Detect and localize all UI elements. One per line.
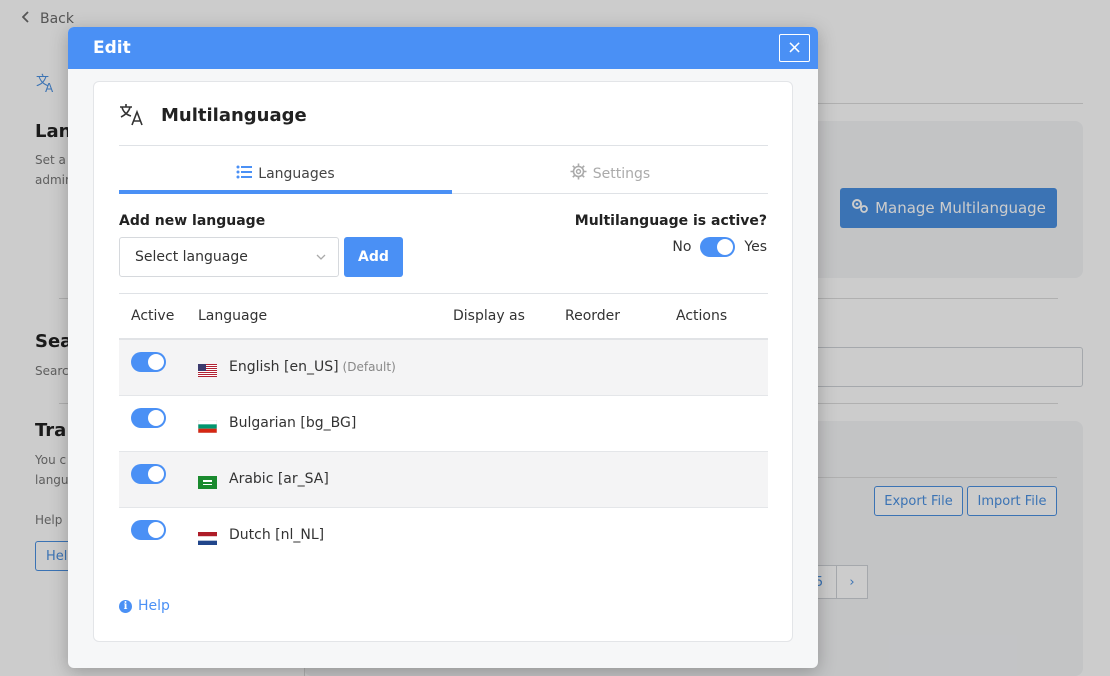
table-row: English [en_US] (Default) — [119, 340, 768, 396]
help-label: Help — [138, 598, 170, 614]
toggle-knob — [148, 522, 164, 538]
toggle-no-label: No — [672, 239, 692, 255]
column-header-active: Active — [131, 308, 175, 324]
languages-table: Active Language Display as Reorder Actio… — [119, 293, 768, 564]
language-active-toggle[interactable] — [131, 464, 166, 484]
chevron-down-icon — [316, 250, 326, 268]
tab-settings-label: Settings — [592, 165, 651, 182]
panel-header: Multilanguage — [119, 98, 768, 146]
gear-icon — [570, 163, 587, 184]
panel-title: Multilanguage — [161, 105, 307, 126]
toggle-knob — [148, 410, 164, 426]
language-active-toggle[interactable] — [131, 520, 166, 540]
column-header-display-as: Display as — [453, 308, 525, 324]
close-button[interactable]: × — [779, 34, 810, 62]
toggle-knob — [148, 466, 164, 482]
language-active-toggle[interactable] — [131, 408, 166, 428]
multilanguage-active-row: No Yes — [672, 237, 767, 257]
toggle-knob — [148, 354, 164, 370]
default-tag: (Default) — [342, 360, 396, 374]
language-name: Arabic [ar_SA] — [229, 471, 329, 487]
translate-icon — [119, 102, 145, 130]
language-select-value: Select language — [135, 249, 248, 265]
column-header-reorder: Reorder — [565, 308, 621, 324]
language-name: English [en_US] (Default) — [229, 359, 396, 375]
language-name: Bulgarian [bg_BG] — [229, 415, 357, 431]
language-select[interactable]: Select language — [119, 237, 339, 277]
tab-languages[interactable]: Languages — [119, 154, 452, 194]
edit-modal: Edit × Multilanguage Languages Settings … — [68, 27, 818, 668]
nl-flag-icon — [198, 530, 217, 545]
multilanguage-panel: Multilanguage Languages Settings Add new… — [93, 81, 793, 642]
close-icon: × — [786, 37, 803, 58]
table-row: Arabic [ar_SA] — [119, 452, 768, 508]
toggle-knob — [717, 239, 734, 255]
add-language-label: Add new language — [119, 213, 266, 229]
column-header-actions: Actions — [676, 308, 728, 324]
tab-languages-label: Languages — [258, 165, 335, 182]
modal-header: Edit × — [68, 27, 818, 69]
list-icon — [236, 165, 253, 183]
sa-flag-icon — [198, 474, 217, 489]
modal-title: Edit — [93, 38, 131, 58]
table-row: Dutch [nl_NL] — [119, 508, 768, 564]
language-name: Dutch [nl_NL] — [229, 527, 325, 543]
toggle-yes-label: Yes — [744, 239, 767, 255]
tab-settings[interactable]: Settings — [452, 154, 768, 193]
info-icon: i — [119, 599, 132, 613]
multilanguage-active-toggle[interactable] — [700, 237, 736, 257]
table-row: Bulgarian [bg_BG] — [119, 396, 768, 452]
us-flag-icon — [198, 362, 217, 377]
language-active-toggle[interactable] — [131, 352, 166, 372]
table-header: Active Language Display as Reorder Actio… — [119, 293, 768, 340]
add-language-button[interactable]: Add — [344, 237, 403, 277]
tab-bar: Languages Settings — [119, 154, 768, 194]
multilanguage-active-label: Multilanguage is active? — [574, 213, 767, 229]
bg-flag-icon — [197, 418, 218, 434]
column-header-language: Language — [198, 308, 268, 324]
help-link[interactable]: i Help — [119, 598, 170, 614]
